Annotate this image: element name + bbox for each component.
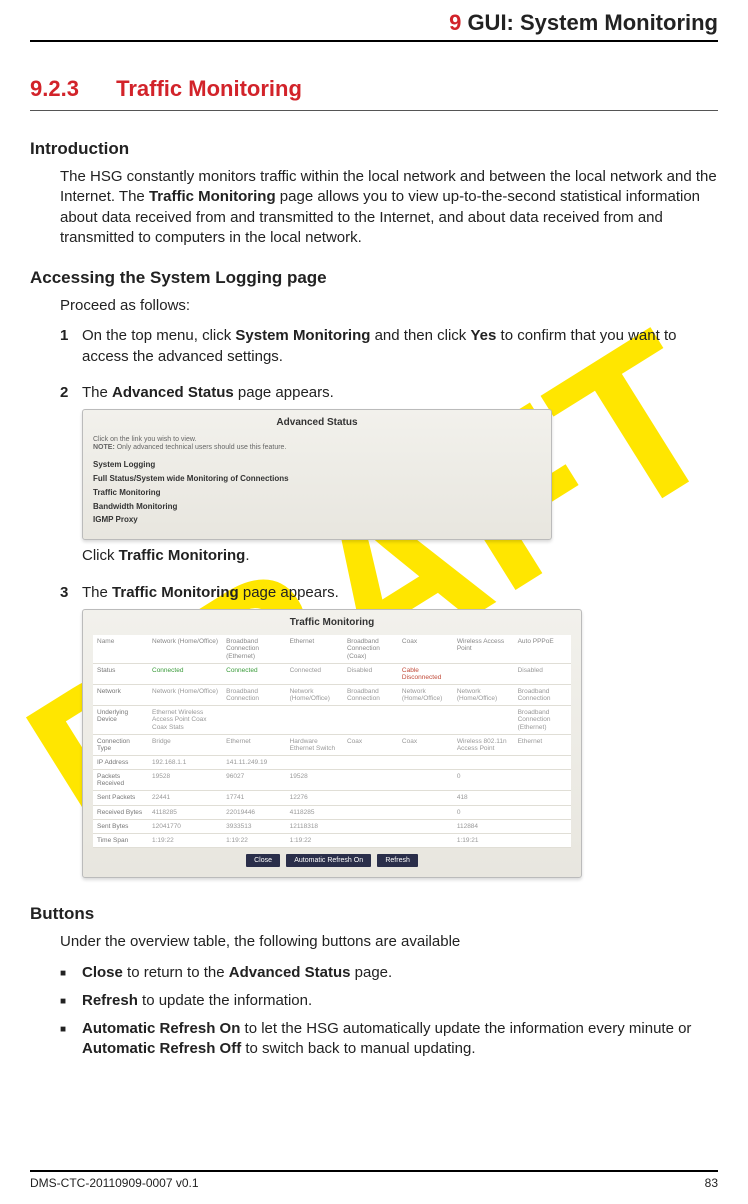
intro-body: The HSG constantly monitors traffic with…: [60, 167, 718, 248]
ss2-close-button[interactable]: Close: [246, 854, 280, 867]
ss2-button-row: Close Automatic Refresh On Refresh: [93, 854, 571, 867]
table-header-row: Name Network (Home/Office) Broadband Con…: [93, 635, 571, 663]
ss1-title: Advanced Status: [93, 416, 541, 430]
bullet-icon: ■: [60, 963, 82, 983]
ss1-link[interactable]: System Logging: [93, 460, 541, 471]
page-number: 83: [705, 1176, 718, 1190]
chapter-title-text: GUI: System Monitoring: [467, 10, 718, 35]
accessing-heading: Accessing the System Logging page: [30, 268, 718, 288]
table-row: Connection TypeBridgeEthernetHardware Et…: [93, 734, 571, 755]
chapter-number: 9: [449, 10, 461, 35]
ss1-link[interactable]: Full Status/System wide Monitoring of Co…: [93, 474, 541, 485]
bullet-icon: ■: [60, 991, 82, 1011]
intro-heading: Introduction: [30, 139, 718, 159]
step-3: 3 The Traffic Monitoring page appears. T…: [60, 583, 718, 885]
traffic-monitoring-screenshot: Traffic Monitoring Name Network (Home/Of…: [82, 609, 582, 879]
ss1-link[interactable]: IGMP Proxy: [93, 515, 541, 526]
bullet-close: ■ Close to return to the Advanced Status…: [60, 963, 718, 983]
ss2-title: Traffic Monitoring: [93, 616, 571, 630]
bullet-refresh: ■ Refresh to update the information.: [60, 991, 718, 1011]
advanced-status-screenshot: Advanced Status Click on the link you wi…: [82, 409, 552, 540]
table-row: Sent Bytes12041770393351312118318112884: [93, 819, 571, 833]
buttons-heading: Buttons: [30, 904, 718, 924]
step-2: 2 The Advanced Status page appears. Adva…: [60, 383, 718, 573]
doc-id: DMS-CTC-20110909-0007 v0.1: [30, 1176, 199, 1190]
table-row: Underlying DeviceEthernet Wireless Acces…: [93, 706, 571, 734]
bullet-auto-refresh: ■ Automatic Refresh On to let the HSG au…: [60, 1019, 718, 1060]
bullet-icon: ■: [60, 1019, 82, 1060]
ss2-refresh-button[interactable]: Refresh: [377, 854, 418, 867]
ss1-link[interactable]: Traffic Monitoring: [93, 488, 541, 499]
page-footer: DMS-CTC-20110909-0007 v0.1 83: [30, 1170, 718, 1190]
section-heading: 9.2.3 Traffic Monitoring: [30, 76, 718, 111]
ss1-links: System Logging Full Status/System wide M…: [93, 460, 541, 526]
accessing-lead: Proceed as follows:: [60, 296, 718, 316]
buttons-lead: Under the overview table, the following …: [60, 932, 718, 952]
section-title: Traffic Monitoring: [116, 76, 302, 101]
ss2-auto-refresh-button[interactable]: Automatic Refresh On: [286, 854, 371, 867]
ss1-link[interactable]: Bandwidth Monitoring: [93, 502, 541, 513]
table-row: IP Address192.168.1.1141.11.249.19: [93, 755, 571, 769]
table-row: NetworkNetwork (Home/Office)Broadband Co…: [93, 684, 571, 705]
table-row: Time Span1:19:221:19:221:19:221:19:21: [93, 833, 571, 847]
step-1: 1 On the top menu, click System Monitori…: [60, 326, 718, 373]
section-number: 9.2.3: [30, 76, 110, 102]
chapter-header: 9 GUI: System Monitoring: [30, 0, 718, 42]
ss2-table: Name Network (Home/Office) Broadband Con…: [93, 635, 571, 848]
table-row: StatusConnectedConnectedConnectedDisable…: [93, 663, 571, 684]
table-row: Received Bytes41182852201944641182850: [93, 805, 571, 819]
table-row: Sent Packets224411774112276418: [93, 791, 571, 805]
table-row: Packets Received1952896027195280: [93, 770, 571, 791]
